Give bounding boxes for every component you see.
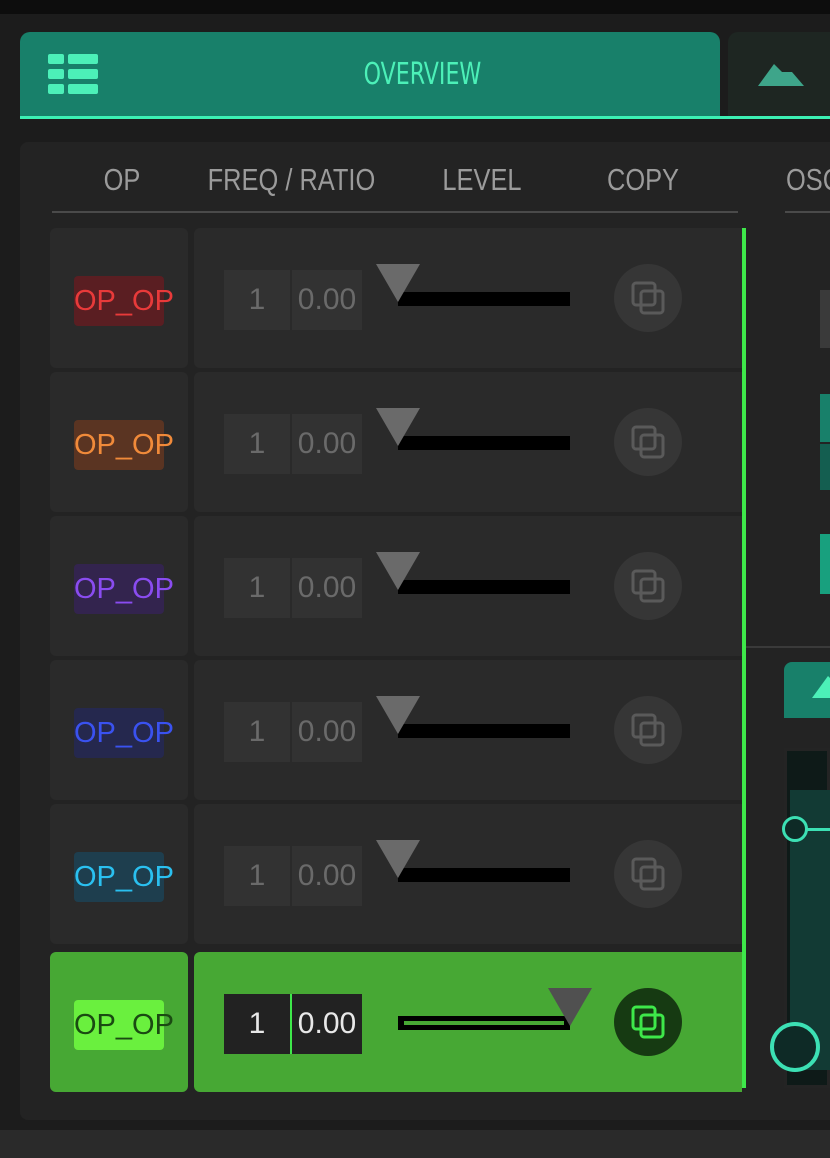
column-header-copy: COPY (606, 162, 680, 197)
level-slider-track[interactable] (398, 580, 570, 594)
envelope-shape-icon (812, 676, 830, 698)
level-slider-thumb[interactable] (376, 840, 420, 878)
level-slider-thumb[interactable] (376, 552, 420, 590)
level-slider-track[interactable] (398, 436, 570, 450)
copy-button[interactable] (614, 264, 682, 332)
op-controls-cell: 1 0.00 (194, 228, 742, 368)
level-slider-thumb[interactable] (376, 408, 420, 446)
freq-ratio-decimal-field[interactable]: 0.00 (292, 846, 362, 906)
op-controls-cell: 1 0.00 (194, 804, 742, 944)
copy-button[interactable] (614, 552, 682, 620)
level-slider-track[interactable] (398, 868, 570, 882)
freq-ratio-decimal-field[interactable]: 0.00 (290, 994, 362, 1054)
freq-ratio-decimal-field[interactable]: 0.00 (292, 558, 362, 618)
freq-ratio-integer-field[interactable]: 1 (224, 846, 290, 906)
op-badge[interactable]: OP_OP (74, 276, 174, 326)
freq-ratio-decimal-field[interactable]: 0.00 (292, 270, 362, 330)
op-controls-cell: 1 0.00 (194, 952, 742, 1092)
osc-control-partial[interactable] (820, 394, 830, 442)
level-slider-thumb[interactable] (376, 696, 420, 734)
column-header-level: LEVEL (442, 162, 522, 197)
osc-panel-partial (746, 228, 830, 646)
op-badge[interactable]: OP_OP (74, 1000, 174, 1050)
op-controls-cell: 1 0.00 (194, 516, 742, 656)
op-cell[interactable]: OP_OP (50, 372, 188, 512)
copy-button[interactable] (614, 696, 682, 764)
osc-divider (746, 646, 830, 648)
op-cell[interactable]: OP_OP (50, 228, 188, 368)
freq-ratio-decimal-field[interactable]: 0.00 (292, 414, 362, 474)
tab-overview-label: OVERVIEW (363, 57, 482, 92)
level-slider-track[interactable] (398, 1016, 570, 1030)
bottom-border (0, 1130, 830, 1158)
op-cell[interactable]: OP_OP (50, 804, 188, 944)
top-border (0, 0, 830, 14)
freq-ratio-decimal-field[interactable]: 0.00 (292, 702, 362, 762)
op-badge[interactable]: OP_OP (74, 420, 174, 470)
envelope-node-handle[interactable] (782, 816, 808, 842)
column-header-osc: OSC (786, 162, 830, 197)
op-badge[interactable]: OP_OP (74, 564, 174, 614)
freq-ratio-integer-field[interactable]: 1 (224, 558, 290, 618)
copy-button[interactable] (614, 840, 682, 908)
copy-button[interactable] (614, 988, 682, 1056)
tab-underline (20, 116, 830, 119)
level-slider-track[interactable] (398, 724, 570, 738)
op-badge[interactable]: OP_OP (74, 708, 174, 758)
level-slider-thumb[interactable] (376, 264, 420, 302)
op-controls-cell: 1 0.00 (194, 660, 742, 800)
freq-ratio-integer-field[interactable]: 1 (224, 994, 290, 1054)
osc-control-partial[interactable] (820, 290, 830, 348)
envelope-node-handle[interactable] (770, 1022, 820, 1072)
envelope-shape-icon (758, 64, 804, 86)
op-cell[interactable]: OP_OP (50, 952, 188, 1092)
header-divider (52, 211, 738, 213)
header-divider-right (785, 211, 830, 213)
freq-ratio-integer-field[interactable]: 1 (224, 270, 290, 330)
osc-control-partial[interactable] (820, 534, 830, 594)
osc-control-partial[interactable] (820, 444, 830, 490)
column-header-freq-ratio: FREQ / RATIO (207, 162, 376, 197)
op-cell[interactable]: OP_OP (50, 660, 188, 800)
op-controls-cell: 1 0.00 (194, 372, 742, 512)
level-slider-track[interactable] (398, 292, 570, 306)
op-badge[interactable]: OP_OP (74, 852, 174, 902)
freq-ratio-integer-field[interactable]: 1 (224, 414, 290, 474)
op-cell[interactable]: OP_OP (50, 516, 188, 656)
column-header-op: OP (103, 162, 141, 197)
copy-button[interactable] (614, 408, 682, 476)
grid-list-icon (48, 54, 98, 94)
freq-ratio-integer-field[interactable]: 1 (224, 702, 290, 762)
level-slider-thumb[interactable] (548, 988, 592, 1026)
